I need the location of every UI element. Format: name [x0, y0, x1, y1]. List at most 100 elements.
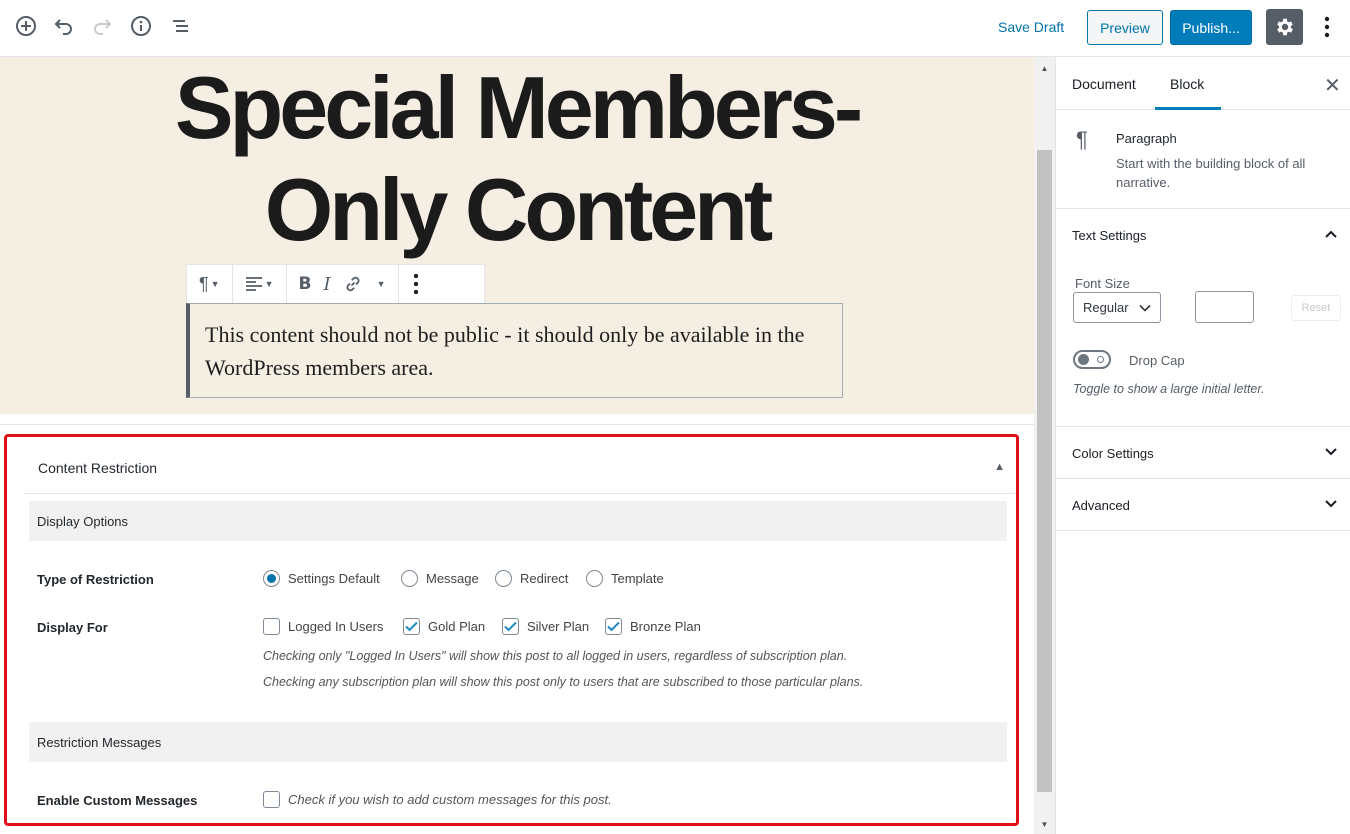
checkbox-label: Check if you wish to add custom messages…	[288, 792, 612, 807]
type-of-restriction-label: Type of Restriction	[37, 572, 154, 587]
redo-icon[interactable]	[89, 13, 115, 39]
tab-block[interactable]: Block	[1170, 76, 1204, 92]
restriction-messages-header: Restriction Messages	[29, 722, 1007, 762]
font-size-label: Font Size	[1075, 276, 1130, 291]
enable-custom-messages-label: Enable Custom Messages	[37, 793, 198, 808]
editor-header: Save Draft Preview Publish...	[0, 0, 1350, 57]
vertical-ellipsis-icon	[1324, 16, 1330, 38]
chevron-down-icon	[1325, 500, 1337, 508]
settings-button[interactable]	[1266, 9, 1303, 45]
gear-icon	[1276, 18, 1293, 36]
content-restriction-metabox: Content Restriction ▲ Display Options Ty…	[4, 434, 1019, 826]
alignment-group[interactable]: ▼	[233, 265, 287, 303]
sidebar-tabs: Document Block ✕	[1056, 57, 1350, 110]
radio-icon[interactable]	[495, 570, 512, 587]
checkbox-gold-plan[interactable]: Gold Plan	[403, 618, 485, 635]
reset-button[interactable]: Reset	[1291, 295, 1341, 321]
bold-icon[interactable]: B	[293, 265, 318, 303]
radio-icon[interactable]	[401, 570, 418, 587]
display-options-header: Display Options	[29, 501, 1007, 541]
checkbox-silver-plan[interactable]: Silver Plan	[502, 618, 589, 635]
radio-message[interactable]: Message	[401, 570, 479, 587]
block-card-title: Paragraph	[1116, 131, 1177, 146]
checkbox-label: Bronze Plan	[630, 619, 701, 634]
block-more-group	[399, 265, 433, 303]
editor-canvas: Special Members- Only Content ¶ ▼ ▼ B I ▼	[0, 57, 1034, 834]
post-title[interactable]: Special Members- Only Content	[0, 57, 1034, 261]
editor-scrollbar[interactable]: ▲ ▼	[1034, 57, 1055, 834]
pilcrow-icon[interactable]: ¶ ▼	[193, 265, 226, 303]
text-settings-body: Font Size Regular Reset Drop Cap Toggle …	[1056, 262, 1350, 427]
block-more-options-icon[interactable]	[407, 265, 425, 303]
metabox-title: Content Restriction	[38, 460, 158, 476]
checkmark-icon[interactable]	[605, 618, 622, 635]
block-navigation-icon[interactable]	[167, 13, 193, 39]
radio-label: Template	[611, 571, 664, 586]
post-title-line2: Only Content	[264, 160, 773, 259]
checkbox-label: Silver Plan	[527, 619, 590, 634]
custom-font-size-input[interactable]	[1195, 291, 1254, 323]
checkbox-bronze-plan[interactable]: Bronze Plan	[605, 618, 701, 635]
undo-icon[interactable]	[51, 13, 77, 39]
collapse-arrow-icon[interactable]: ▲	[994, 461, 1005, 473]
align-left-icon[interactable]: ▼	[239, 265, 280, 303]
scroll-down-arrow-icon[interactable]: ▼	[1034, 815, 1055, 833]
tab-document[interactable]: Document	[1072, 76, 1136, 92]
block-switcher[interactable]: ¶ ▼	[187, 265, 233, 303]
more-formats-chevron-icon[interactable]: ▼	[369, 265, 392, 303]
publish-button[interactable]: Publish...	[1170, 10, 1252, 45]
scrollbar-thumb[interactable]	[1037, 150, 1052, 792]
drop-cap-label: Drop Cap	[1129, 353, 1185, 368]
panel-title: Text Settings	[1072, 228, 1147, 243]
checkbox-logged-in-users[interactable]: Logged In Users	[263, 618, 383, 635]
info-icon[interactable]	[128, 13, 154, 39]
radio-label: Settings Default	[288, 571, 380, 586]
save-draft-button[interactable]: Save Draft	[998, 19, 1064, 35]
block-card-description: Start with the building block of all nar…	[1116, 156, 1306, 190]
radio-label: Redirect	[520, 571, 569, 586]
radio-settings-default[interactable]: Settings Default	[263, 570, 380, 587]
close-icon[interactable]: ✕	[1324, 73, 1341, 98]
italic-icon[interactable]: I	[317, 265, 336, 303]
display-for-help-1: Checking only "Logged In Users" will sho…	[263, 649, 848, 663]
drop-cap-toggle[interactable]	[1073, 350, 1111, 369]
block-card: ¶ Paragraph Start with the building bloc…	[1056, 110, 1350, 209]
panel-title: Advanced	[1072, 498, 1130, 513]
post-title-line1: Special Members-	[174, 58, 863, 157]
scroll-up-arrow-icon[interactable]: ▲	[1034, 59, 1055, 77]
drop-cap-help: Toggle to show a large initial letter.	[1073, 382, 1265, 396]
divider	[0, 424, 1034, 425]
block-toolbar: ¶ ▼ ▼ B I ▼	[186, 264, 485, 304]
color-settings-panel-header[interactable]: Color Settings	[1056, 427, 1350, 479]
link-icon[interactable]	[337, 265, 369, 303]
chevron-up-icon	[1325, 230, 1337, 238]
checkmark-icon[interactable]	[403, 618, 420, 635]
more-options-button[interactable]	[1316, 12, 1338, 42]
font-size-select[interactable]: Regular	[1073, 292, 1161, 323]
font-size-value: Regular	[1083, 300, 1129, 315]
settings-sidebar: Document Block ✕ ¶ Paragraph Start with …	[1055, 57, 1350, 834]
chevron-down-icon	[1325, 448, 1337, 456]
chevron-down-icon	[1139, 304, 1151, 312]
checkbox-icon[interactable]	[263, 791, 280, 808]
display-for-label: Display For	[37, 620, 108, 635]
preview-button[interactable]: Preview	[1087, 10, 1163, 45]
display-for-help-2: Checking any subscription plan will show…	[263, 675, 864, 689]
pilcrow-icon: ¶	[1076, 127, 1088, 152]
radio-icon[interactable]	[263, 570, 280, 587]
post-header-area: Special Members- Only Content ¶ ▼ ▼ B I ▼	[0, 57, 1034, 414]
metabox-header[interactable]: Content Restriction ▲	[24, 445, 1015, 494]
checkbox-icon[interactable]	[263, 618, 280, 635]
checkmark-icon[interactable]	[502, 618, 519, 635]
format-group: B I ▼	[287, 265, 399, 303]
radio-label: Message	[426, 571, 479, 586]
paragraph-block[interactable]: This content should not be public - it s…	[186, 303, 843, 398]
radio-redirect[interactable]: Redirect	[495, 570, 568, 587]
checkbox-custom-messages[interactable]: Check if you wish to add custom messages…	[263, 791, 612, 808]
text-settings-panel-header[interactable]: Text Settings	[1056, 209, 1350, 261]
checkbox-label: Gold Plan	[428, 619, 486, 634]
radio-template[interactable]: Template	[586, 570, 664, 587]
advanced-panel-header[interactable]: Advanced	[1056, 479, 1350, 531]
radio-icon[interactable]	[586, 570, 603, 587]
add-block-icon[interactable]	[13, 13, 39, 39]
